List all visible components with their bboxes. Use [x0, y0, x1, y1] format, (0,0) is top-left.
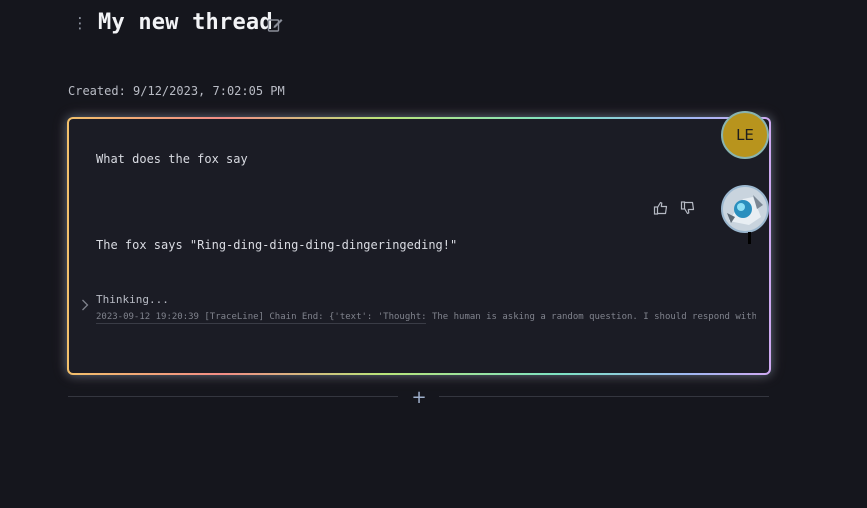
thread-card: What does the fox say The fox says "Ring… [67, 117, 771, 375]
trace-line: 2023-09-12 19:20:39 [TraceLine] Chain En… [96, 312, 756, 322]
divider-left [68, 396, 398, 397]
bot-avatar-marker [748, 232, 751, 244]
user-message: What does the fox say [96, 152, 248, 166]
add-message-button[interactable]: + [407, 386, 431, 408]
user-avatar: LE [721, 111, 769, 159]
trace-underline [96, 323, 426, 324]
page-title: My new thread [98, 10, 273, 35]
thumbs-up-icon[interactable] [653, 200, 669, 216]
bot-avatar [721, 185, 769, 233]
created-timestamp: Created: 9/12/2023, 7:02:05 PM [68, 84, 285, 98]
chevron-right-icon[interactable] [80, 296, 90, 311]
thumbs-down-icon[interactable] [680, 200, 696, 216]
bot-avatar-icon [723, 187, 767, 231]
thread-menu-icon[interactable]: ⋮ [72, 14, 88, 32]
thinking-label[interactable]: Thinking... [96, 293, 169, 307]
bot-message: The fox says "Ring-ding-ding-ding-dinger… [96, 238, 458, 252]
divider-right [439, 396, 769, 397]
edit-icon[interactable] [266, 16, 284, 34]
